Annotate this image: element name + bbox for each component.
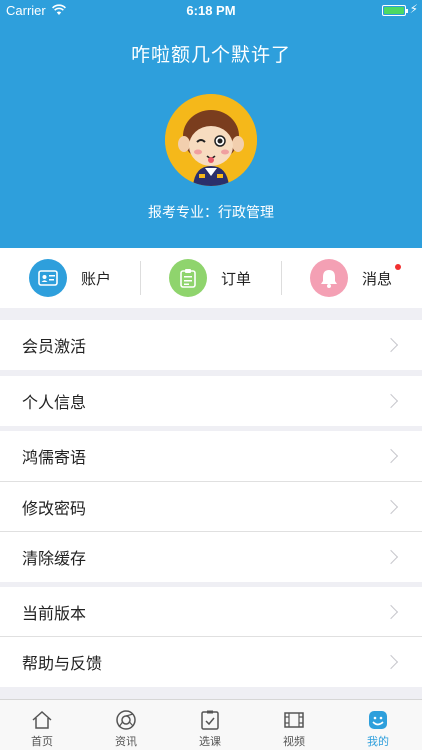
tab-home-label: 首页 <box>31 735 53 748</box>
tab-profile[interactable]: 我的 <box>336 700 420 750</box>
bottom-tab-bar: 首页 资讯 选课 视频 我的 <box>0 699 422 750</box>
divider <box>140 261 141 295</box>
video-icon <box>284 712 304 728</box>
tab-news-label: 资讯 <box>115 735 137 748</box>
course-select-icon <box>201 710 219 730</box>
battery-icon <box>382 5 408 16</box>
quick-actions-bar: 账户 订单 消息 <box>0 248 422 308</box>
hongru-message-label: 鸿儒寄语 <box>22 448 87 467</box>
tab-video-label: 视频 <box>283 735 305 748</box>
help-feedback-label: 帮助与反馈 <box>22 654 103 673</box>
tab-course-select-label: 选课 <box>199 735 221 748</box>
personal-info-row[interactable]: 个人信息 <box>0 376 422 426</box>
chevron-right-icon <box>383 549 399 565</box>
orders-button[interactable]: 订单 <box>169 248 251 308</box>
exam-major-label: 报考专业：行政管理 <box>148 205 274 221</box>
page-title: 咋啦额几个默许了 <box>130 44 291 66</box>
tab-video[interactable]: 视频 <box>252 700 336 750</box>
help-feedback-row[interactable]: 帮助与反馈 <box>0 637 422 687</box>
news-icon <box>116 710 136 730</box>
divider <box>281 261 282 295</box>
status-time: 6:18 PM <box>186 3 236 18</box>
profile-header: Carrier 6:18 PM ⚡ 咋啦额几个默许了 报考专业：行政管理 <box>0 0 422 248</box>
messages-button[interactable]: 消息 <box>310 248 392 308</box>
orders-label: 订单 <box>221 269 252 288</box>
tab-course-select[interactable]: 选课 <box>168 700 252 750</box>
member-activate-row[interactable]: 会员激活 <box>0 320 422 370</box>
hongru-message-row[interactable]: 鸿儒寄语 <box>0 431 422 481</box>
chevron-right-icon <box>383 337 399 353</box>
clipboard-icon <box>169 259 207 297</box>
profile-icon <box>369 711 387 729</box>
chevron-right-icon <box>383 499 399 515</box>
tab-news[interactable]: 资讯 <box>84 700 168 750</box>
tab-profile-label: 我的 <box>367 735 389 748</box>
avatar[interactable] <box>165 94 257 186</box>
clear-cache-label: 清除缓存 <box>22 549 87 568</box>
tab-home[interactable]: 首页 <box>0 700 84 750</box>
clear-cache-row[interactable]: 清除缓存 <box>0 532 422 582</box>
cartoon-avatar-icon <box>165 94 257 186</box>
change-password-row[interactable]: 修改密码 <box>0 482 422 532</box>
chevron-right-icon <box>383 654 399 670</box>
home-icon <box>32 710 52 729</box>
account-label: 账户 <box>81 269 112 288</box>
change-password-label: 修改密码 <box>22 499 87 518</box>
account-button[interactable]: 账户 <box>29 248 111 308</box>
member-activate-label: 会员激活 <box>22 337 87 356</box>
personal-info-label: 个人信息 <box>22 393 87 412</box>
charging-icon: ⚡ <box>409 2 418 16</box>
messages-label: 消息 <box>362 269 393 288</box>
unread-badge <box>395 264 401 270</box>
bell-icon <box>310 259 348 297</box>
current-version-row[interactable]: 当前版本 <box>0 587 422 637</box>
chevron-right-icon <box>383 393 399 409</box>
status-bar: Carrier 6:18 PM ⚡ <box>0 0 422 22</box>
chevron-right-icon <box>383 448 399 464</box>
id-card-icon <box>29 259 67 297</box>
current-version-label: 当前版本 <box>22 604 87 623</box>
chevron-right-icon <box>383 604 399 620</box>
